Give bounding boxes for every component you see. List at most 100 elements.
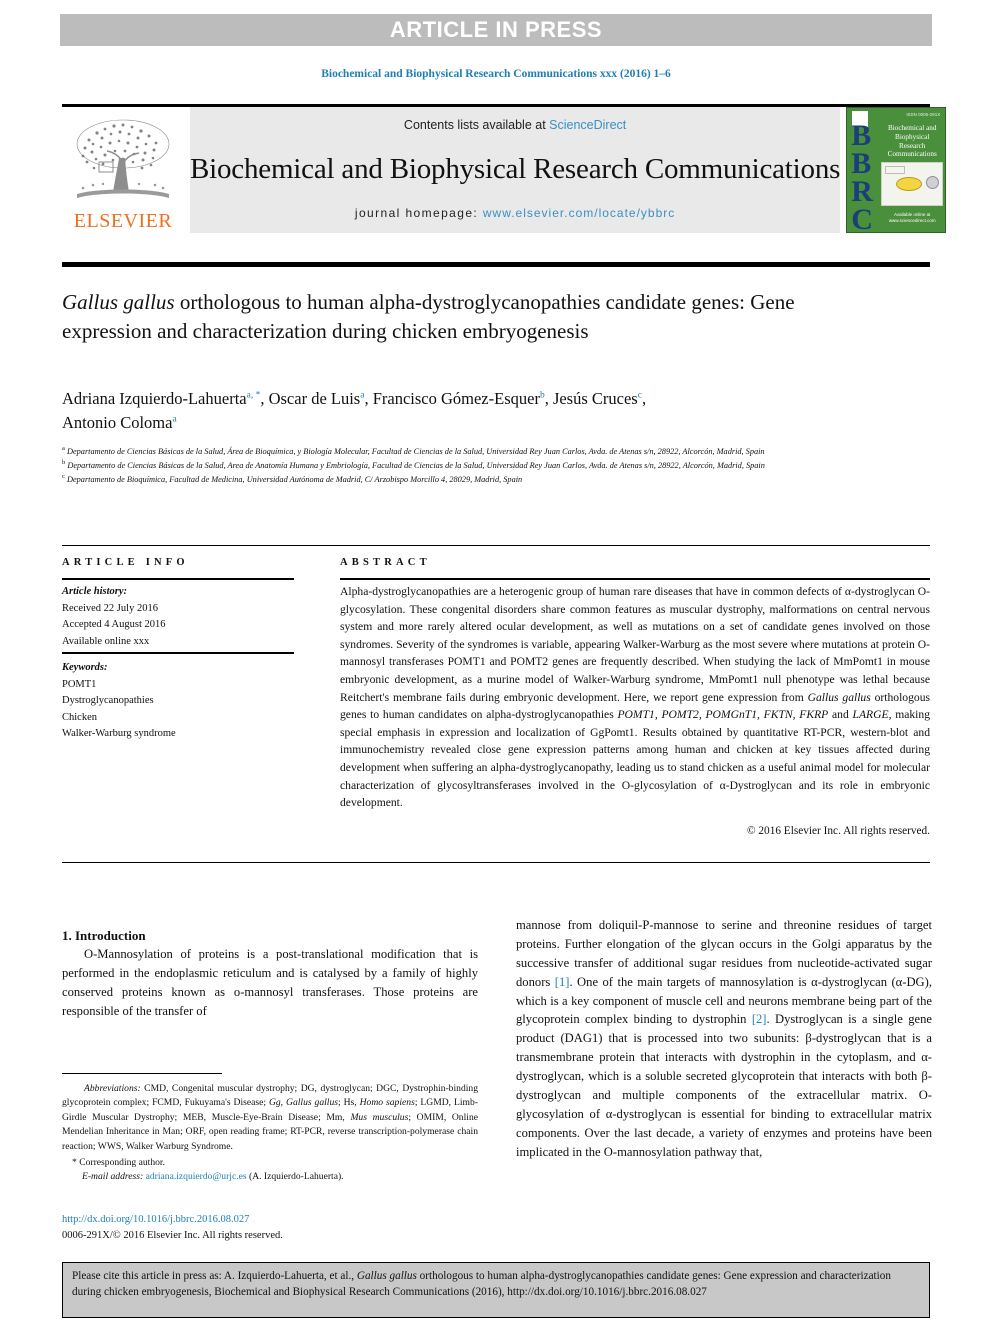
corresponding-author-note: * Corresponding author. [72,1156,165,1168]
elsevier-wordmark: ELSEVIER [73,210,173,232]
elsevier-logo: ELSEVIER [62,107,184,233]
email-link[interactable]: adriana.izquierdo@urjc.es [146,1171,247,1182]
affiliation-mark: a [62,445,65,452]
sciencedirect-link[interactable]: ScienceDirect [549,118,626,132]
article-info-heading: ARTICLE INFO [62,557,189,568]
cover-figure-cell2-icon [926,176,940,189]
citation-box: Please cite this article in press as: A.… [62,1262,930,1318]
contents-lists-line: Contents lists available at ScienceDirec… [404,118,626,132]
footnote-separator-rule [62,1073,222,1074]
author-name: Francisco Gómez-Esquer [372,389,540,408]
email-note: E-mail address: adriana.izquierdo@urjc.e… [62,1170,478,1184]
article-page: ARTICLE IN PRESS Biochemical and Biophys… [0,0,992,1323]
elsevier-tree-icon [76,119,170,198]
affiliation-mark: c [62,473,65,481]
journal-cover-thumbnail: ISSN 0006-291X BBRC Biochemical and Biop… [846,107,947,233]
author-name: Oscar de Luis [268,389,361,408]
cover-bbrc-letters: BBRC [851,119,873,233]
article-history-accepted: Accepted 4 August 2016 [62,619,166,631]
doi-block: http://dx.doi.org/10.1016/j.bbrc.2016.08… [62,1212,478,1243]
doi-link[interactable]: http://dx.doi.org/10.1016/j.bbrc.2016.08… [62,1214,249,1225]
abstract-heading: ABSTRACT [340,557,431,568]
page-title: Gallus gallus orthologous to human alpha… [62,288,822,346]
abstract-italic-large: LARGE [852,708,889,722]
abstract-part-3: and [828,708,853,722]
abbrev-italic-hs: Homo sapiens [359,1097,415,1109]
introduction-paragraph: O-Mannosylation of proteins is a post-tr… [62,947,478,1018]
citation-prefix: Please cite this article in press as: A.… [72,1270,357,1282]
reference-link-1[interactable]: [1] [555,975,570,989]
article-in-press-label: ARTICLE IN PRESS [389,17,603,42]
cover-journal-title: Biochemical and Biophysical Research Com… [887,124,937,159]
keyword-item: Chicken [62,711,97,723]
abstract-italic-genes: POMT1, POMT2, POMGnT1, FKTN, FKRP [617,708,829,722]
abbrev-italic-mm: Mus musculus [350,1111,409,1123]
homepage-prefix: journal homepage: [354,206,483,220]
abbrev-text-2: ; Hs, [338,1097,360,1109]
abbrev-italic-gg: Gg, Gallus gallus [268,1097,339,1109]
author-marks: b [539,390,545,401]
author-marks: a [172,414,177,425]
intro-right-text-c: . Dystroglycan is a single gene product … [516,1012,932,1159]
cover-figure-cell-icon [896,177,923,191]
cover-figure-thumbnail [881,162,944,206]
keyword-item: Walker-Warburg syndrome [62,728,176,740]
journal-homepage-link[interactable]: www.elsevier.com/locate/ybbrc [483,206,675,220]
article-history-received: Received 22 July 2016 [62,602,158,614]
abstract-part-1: Alpha-dystroglycanopathies are a heterog… [340,585,930,704]
keywords-block: Keywords: POMT1 Dystroglycanopathies Chi… [62,660,294,743]
abstract-text: Alpha-dystroglycanopathies are a heterog… [340,583,930,812]
abbreviations-label: Abbreviations: [84,1083,141,1094]
introduction-right-column: mannose from doliquil-P-mannose to serin… [516,916,932,1162]
doi-line: http://dx.doi.org/10.1016/j.bbrc.2016.08… [62,1212,478,1228]
affiliation-text: Departamento de Ciencias Básicas de la S… [66,446,765,456]
cover-figure-box [885,166,906,174]
affiliation-list: a Departamento de Ciencias Básicas de la… [62,444,930,487]
reference-link-2[interactable]: [2] [752,1012,767,1026]
running-head: Biochemical and Biophysical Research Com… [321,68,671,80]
contents-prefix: Contents lists available at [403,118,550,132]
keywords-top-rule [62,652,294,654]
citation-italic-species: Gallus gallus [356,1270,417,1282]
abbreviations-note: Abbreviations: CMD, Congenital muscular … [62,1082,478,1154]
email-suffix: (A. Izquierdo-Lahuerta). [246,1171,344,1183]
author-marks: a, * [246,390,261,401]
title-italic-species: Gallus gallus [62,290,175,314]
info-section-top-rule [62,545,930,546]
author-list: Adriana Izquierdo-Lahuertaa, *, Oscar de… [62,389,647,432]
introduction-heading: 1. Introduction [62,928,146,943]
abstract-italic-species: Gallus gallus [807,690,871,704]
article-in-press-banner: ARTICLE IN PRESS [60,14,932,46]
affiliation-mark: b [62,459,66,467]
affiliation-text: Departamento de Bioquímica, Facultad de … [66,475,523,485]
cover-issn-text: ISSN 0006-291X [906,112,941,117]
journal-header-center: Contents lists available at ScienceDirec… [190,107,840,233]
introduction-left-column: O-Mannosylation of proteins is a post-tr… [62,945,478,1021]
journal-homepage-line: journal homepage: www.elsevier.com/locat… [355,206,675,220]
header-bottom-rule [62,262,930,267]
author-marks: a [360,390,365,401]
article-history-label: Article history: [62,586,128,597]
journal-title: Biochemical and Biophysical Research Com… [190,152,841,185]
affiliation-item: c Departamento de Bioquímica, Facultad d… [62,472,930,486]
email-address-label: E-mail address: [82,1171,144,1183]
affiliation-text: Departamento de Ciencias Básicas de la S… [67,460,765,470]
author-marks: c [637,390,642,401]
affiliation-item: a Departamento de Ciencias Básicas de la… [62,444,930,458]
author-name: Antonio Coloma [62,412,173,432]
journal-header: ELSEVIER Contents lists available at Sci… [62,104,947,233]
keyword-item: POMT1 [62,678,97,690]
article-history-online: Available online xxx [62,635,150,647]
affiliation-item: b Departamento de Ciencias Básicas de la… [62,458,930,472]
abstract-part-4: , making special emphasis in expression … [340,708,930,810]
abstract-copyright: © 2016 Elsevier Inc. All rights reserved… [746,825,930,837]
abstract-bottom-rule [62,862,930,863]
abstract-rule [340,578,930,580]
article-history-block: Article history: Received 22 July 2016 A… [62,584,294,650]
author-name: Jesús Cruces [552,389,638,408]
author-name: Adriana Izquierdo-Lahuerta [62,389,247,408]
issn-copyright-line: 0006-291X/© 2016 Elsevier Inc. All right… [62,1229,283,1241]
article-info-rule [62,578,294,580]
footnote-block: Abbreviations: CMD, Congenital muscular … [62,1082,478,1185]
keywords-label: Keywords: [62,662,108,673]
